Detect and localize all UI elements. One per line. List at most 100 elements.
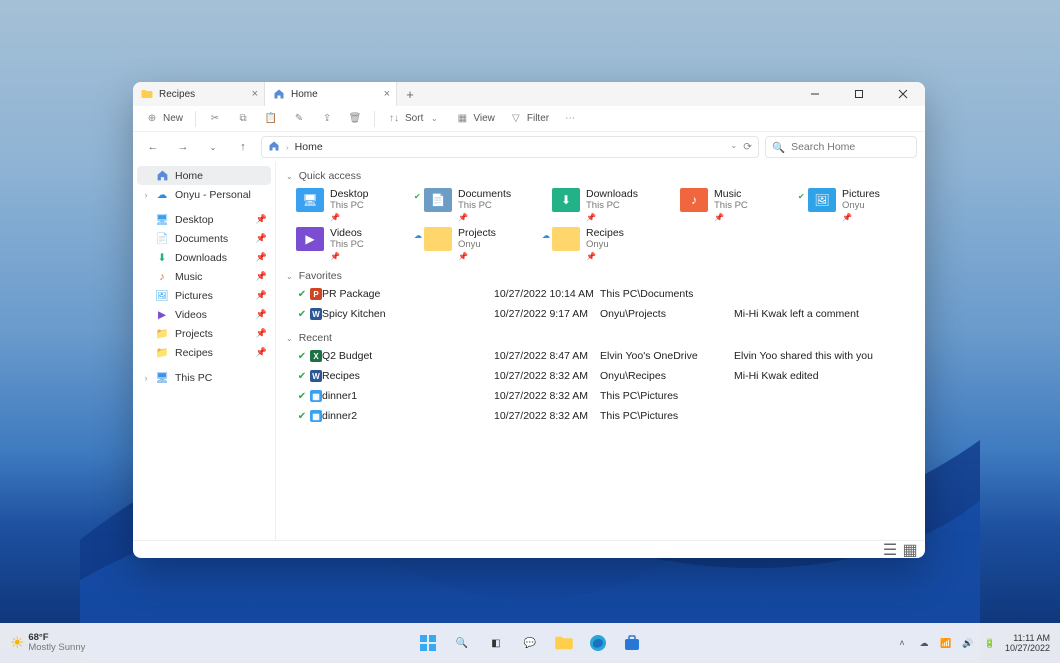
explorer-taskbar-button[interactable]: [550, 629, 578, 657]
group-favorites[interactable]: ⌄ Favorites: [284, 268, 925, 284]
cloud-badge-icon: ☁: [414, 231, 422, 240]
list-item[interactable]: ✔X Q2 Budget 10/27/2022 8:47 AM Elvin Yo…: [284, 346, 925, 366]
new-tab-button[interactable]: +: [397, 82, 423, 106]
pin-icon: 📌: [256, 347, 267, 358]
wifi-icon[interactable]: 📶: [939, 636, 953, 650]
sidebar-item-desktop[interactable]: 🖥Desktop📌: [137, 210, 271, 229]
search-input[interactable]: [791, 141, 910, 153]
folder-icon: ⬇: [552, 188, 580, 212]
delete-button[interactable]: 🗑: [342, 108, 368, 130]
quick-access-videos[interactable]: ▶ Videos This PC 📌: [296, 225, 424, 264]
edge-button[interactable]: [584, 629, 612, 657]
quick-access-downloads[interactable]: ⬇ Downloads This PC 📌: [552, 186, 680, 225]
list-item[interactable]: ✔W Recipes 10/27/2022 8:32 AM Onyu\Recip…: [284, 366, 925, 386]
close-window-button[interactable]: [881, 89, 925, 99]
start-button[interactable]: [414, 629, 442, 657]
folder-icon: ♪: [155, 270, 169, 284]
thumbnails-view-button[interactable]: ▦: [903, 543, 917, 557]
tray-chevron-icon[interactable]: ˄: [895, 636, 909, 650]
tab-recipes[interactable]: Recipes ×: [133, 82, 265, 106]
cut-button[interactable]: ✂: [202, 108, 228, 130]
group-recent[interactable]: ⌄ Recent: [284, 330, 925, 346]
quick-access-recipes[interactable]: ☁ Recipes Onyu 📌: [552, 225, 680, 264]
pin-icon: 📌: [714, 213, 748, 223]
expand-icon[interactable]: ›: [143, 190, 149, 200]
sidebar-item-music[interactable]: ♪Music📌: [137, 267, 271, 286]
store-button[interactable]: [618, 629, 646, 657]
chevron-down-icon[interactable]: ⌄: [730, 141, 737, 153]
content-pane: ⌄ Quick access 🖥 Desktop This PC 📌 ✔ 📄 D…: [276, 162, 925, 540]
list-item[interactable]: ✔▦ dinner2 10/27/2022 8:32 AM This PC\Pi…: [284, 406, 925, 426]
quick-access-projects[interactable]: ☁ Projects Onyu 📌: [424, 225, 552, 264]
quick-access-documents[interactable]: ✔ 📄 Documents This PC 📌: [424, 186, 552, 225]
word-icon: W: [310, 308, 322, 320]
sidebar-item-videos[interactable]: ▶Videos📌: [137, 305, 271, 324]
close-tab-icon[interactable]: ×: [252, 88, 258, 100]
up-button[interactable]: ↑: [231, 135, 255, 159]
history-button[interactable]: ⌄: [201, 135, 225, 159]
tab-home[interactable]: Home ×: [265, 82, 397, 106]
more-button[interactable]: ⋯: [557, 108, 583, 130]
sidebar-item-onedrive[interactable]: › ☁ Onyu - Personal: [137, 185, 271, 204]
group-quick-access[interactable]: ⌄ Quick access: [284, 168, 925, 184]
folder-icon: 🖼: [155, 289, 169, 303]
filter-button[interactable]: ▽Filter: [503, 108, 555, 130]
chevron-down-icon: ⌄: [286, 272, 293, 281]
folder-icon: 📄: [424, 188, 452, 212]
quick-access-desktop[interactable]: 🖥 Desktop This PC 📌: [296, 186, 424, 225]
list-item[interactable]: ✔W Spicy Kitchen 10/27/2022 9:17 AM Onyu…: [284, 304, 925, 324]
onedrive-tray-icon[interactable]: ☁: [917, 636, 931, 650]
back-button[interactable]: ←: [141, 135, 165, 159]
home-icon: [155, 169, 169, 183]
sidebar-item-projects[interactable]: 📁Projects📌: [137, 324, 271, 343]
sidebar-item-pictures[interactable]: 🖼Pictures📌: [137, 286, 271, 305]
sort-button[interactable]: ↑↓Sort ⌄: [381, 108, 447, 130]
sort-icon: ↑↓: [387, 112, 401, 126]
sidebar-item-documents[interactable]: 📄Documents📌: [137, 229, 271, 248]
clock[interactable]: 11:11 AM 10/27/2022: [1005, 633, 1050, 653]
home-icon: [268, 140, 280, 155]
view-button[interactable]: ▦View: [449, 108, 501, 130]
pin-icon: 📌: [256, 309, 267, 320]
cloud-icon: ☁: [155, 188, 169, 202]
rename-button[interactable]: ✎: [286, 108, 312, 130]
breadcrumb[interactable]: Home: [295, 141, 323, 153]
status-icon: ✔: [296, 390, 308, 402]
search-button[interactable]: 🔍: [448, 629, 476, 657]
ellipsis-icon: ⋯: [563, 112, 577, 126]
battery-icon[interactable]: 🔋: [983, 636, 997, 650]
task-view-button[interactable]: ◧: [482, 629, 510, 657]
list-item[interactable]: ✔▦ dinner1 10/27/2022 8:32 AM This PC\Pi…: [284, 386, 925, 406]
sidebar-item-recipes[interactable]: 📁Recipes📌: [137, 343, 271, 362]
list-item[interactable]: ✔P PR Package 10/27/2022 10:14 AM This P…: [284, 284, 925, 304]
weather-desc: Mostly Sunny: [28, 643, 85, 653]
search-box[interactable]: 🔍: [765, 136, 917, 158]
share-button[interactable]: ⇪: [314, 108, 340, 130]
weather-widget[interactable]: ☀ 68°F Mostly Sunny: [10, 633, 85, 653]
folder-icon: ▶: [155, 308, 169, 322]
maximize-button[interactable]: [837, 89, 881, 99]
paste-button[interactable]: 📋: [258, 108, 284, 130]
new-button[interactable]: ⊕ New: [139, 108, 189, 130]
word-icon: W: [310, 370, 322, 382]
forward-button[interactable]: →: [171, 135, 195, 159]
pin-icon: 📌: [458, 252, 496, 262]
close-tab-icon[interactable]: ×: [384, 88, 390, 100]
address-bar[interactable]: › Home ⌄ ⟳: [261, 136, 759, 158]
sidebar-item-thispc[interactable]: › 🖥 This PC: [137, 368, 271, 387]
copy-button[interactable]: ⧉: [230, 108, 256, 130]
quick-access-music[interactable]: ♪ Music This PC 📌: [680, 186, 808, 225]
details-view-button[interactable]: ☰: [883, 543, 897, 557]
folder-icon: 🖼: [808, 188, 836, 212]
quick-access-pictures[interactable]: ✔ 🖼 Pictures Onyu 📌: [808, 186, 925, 225]
toolbar: ⊕ New ✂ ⧉ 📋 ✎ ⇪ 🗑 ↑↓Sort ⌄ ▦View ▽Filter…: [133, 106, 925, 132]
status-icon: ✔: [296, 288, 308, 300]
expand-icon[interactable]: ›: [143, 373, 149, 383]
sidebar-item-downloads[interactable]: ⬇Downloads📌: [137, 248, 271, 267]
chat-button[interactable]: 💬: [516, 629, 544, 657]
minimize-button[interactable]: [793, 89, 837, 99]
sidebar-item-home[interactable]: Home: [137, 166, 271, 185]
refresh-icon[interactable]: ⟳: [743, 141, 752, 153]
volume-icon[interactable]: 🔊: [961, 636, 975, 650]
navigation-pane: Home › ☁ Onyu - Personal 🖥Desktop📌📄Docum…: [133, 162, 276, 540]
